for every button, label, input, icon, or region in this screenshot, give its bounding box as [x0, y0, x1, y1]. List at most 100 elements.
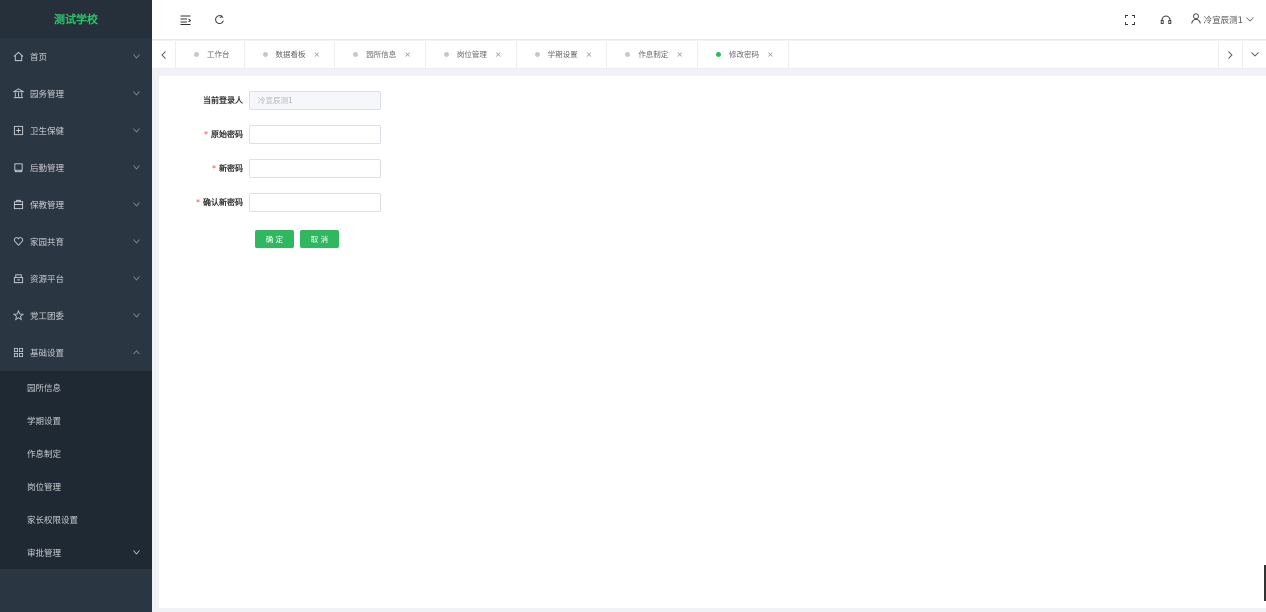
sidebar-item-label: 保教管理: [30, 200, 65, 211]
sidebar: 测试学校 首页 园务管理 卫生保健 后勤管理 保教管理 家园共育 资源平台 党工…: [0, 0, 152, 612]
sidebar-item-label: 首页: [30, 52, 48, 63]
submenu-item-label: 审批管理: [27, 548, 62, 559]
chevron-down-icon: [132, 312, 140, 320]
chevron-up-icon: [132, 349, 140, 357]
tab-positions[interactable]: 岗位管理 ×: [426, 41, 517, 68]
tab-label: 工作台: [207, 50, 230, 59]
old-password-label: * 原始密码: [159, 129, 249, 140]
tab-garden-info[interactable]: 园所信息 ×: [335, 41, 426, 68]
sidebar-item-resources[interactable]: 资源平台: [0, 260, 152, 297]
tabs-scroll-left-button[interactable]: [152, 41, 176, 68]
chevron-down-icon: [132, 201, 140, 209]
tab-change-password[interactable]: 修改密码 ×: [698, 41, 789, 68]
close-icon[interactable]: ×: [314, 50, 321, 59]
sidebar-item-education[interactable]: 保教管理: [0, 186, 152, 223]
bank-icon: [12, 88, 24, 100]
chevron-down-icon: [132, 90, 140, 98]
chevron-right-icon: [1228, 50, 1233, 59]
close-icon[interactable]: ×: [404, 50, 411, 59]
headset-icon[interactable]: [1155, 9, 1177, 31]
new-password-field[interactable]: [249, 159, 381, 178]
close-icon[interactable]: ×: [495, 50, 502, 59]
current-user-label: 当前登录人: [203, 96, 243, 105]
chevron-down-icon: [132, 275, 140, 283]
tab-dashboard[interactable]: 数据看板 ×: [245, 41, 336, 68]
cancel-button[interactable]: 取 消: [300, 230, 339, 248]
submenu-item-garden-info[interactable]: 园所信息: [0, 371, 152, 404]
tab-label: 园所信息: [366, 50, 397, 59]
chevron-left-icon: [161, 50, 166, 59]
submenu-item-label: 岗位管理: [27, 482, 62, 493]
sidebar-item-basic-settings[interactable]: 基础设置: [0, 334, 152, 371]
sidebar-item-label: 卫生保健: [30, 126, 65, 137]
sidebar-item-label: 基础设置: [30, 348, 65, 359]
old-password-field[interactable]: [249, 125, 381, 144]
chevron-down-icon: [132, 164, 140, 172]
close-icon[interactable]: ×: [586, 50, 593, 59]
chevron-down-icon: [132, 127, 140, 135]
submenu-item-parent-permissions[interactable]: 家长权限设置: [0, 503, 152, 536]
confirm-password-field[interactable]: [249, 193, 381, 212]
chevron-down-icon: [132, 238, 140, 246]
top-header: 冷宣辰测1: [152, 0, 1266, 40]
required-mark: *: [204, 130, 208, 139]
user-menu[interactable]: 冷宣辰测1: [1190, 12, 1254, 27]
confirm-button[interactable]: 确 定: [255, 230, 294, 248]
basic-settings-submenu: 园所信息 学期设置 作息制定 岗位管理 家长权限设置 审批管理: [0, 371, 152, 569]
current-user-field: [249, 91, 381, 110]
grid-icon: [12, 347, 24, 359]
chevron-down-icon: [1246, 15, 1254, 25]
sidebar-item-home[interactable]: 首页: [0, 38, 152, 75]
sidebar-item-party[interactable]: 党工团委: [0, 297, 152, 334]
form-actions: 确 定 取 消: [255, 230, 339, 248]
user-name: 冷宣辰测1: [1203, 15, 1243, 26]
tabs-scroll-right-button[interactable]: [1218, 41, 1242, 68]
fullscreen-icon[interactable]: [1119, 9, 1141, 31]
tabs-bar: 工作台 数据看板 × 园所信息 × 岗位管理 × 学期设置 × 作息制定 × 修…: [152, 41, 1266, 69]
sidebar-item-health[interactable]: 卫生保健: [0, 112, 152, 149]
tab-dot: [194, 52, 199, 57]
education-icon: [12, 199, 24, 211]
confirm-password-label: * 确认新密码: [159, 197, 249, 208]
tab-workbench[interactable]: 工作台: [176, 41, 245, 68]
tab-dot: [353, 52, 359, 57]
form-row-old-password: * 原始密码: [159, 125, 381, 144]
app-logo: 测试学校: [0, 0, 152, 38]
submenu-item-label: 园所信息: [27, 383, 62, 394]
close-icon[interactable]: ×: [767, 50, 774, 59]
submenu-item-label: 学期设置: [27, 416, 62, 427]
tab-label: 数据看板: [275, 50, 306, 59]
new-password-label: * 新密码: [159, 163, 249, 174]
sidebar-item-logistics[interactable]: 后勤管理: [0, 149, 152, 186]
form-row-confirm-password: * 确认新密码: [159, 193, 381, 212]
tab-label: 修改密码: [729, 50, 760, 59]
sidebar-item-garden-affairs[interactable]: 园务管理: [0, 75, 152, 112]
sidebar-item-label: 家园共育: [30, 237, 65, 248]
tab-schedule[interactable]: 作息制定 ×: [607, 41, 699, 68]
tab-dot: [534, 52, 540, 57]
user-icon: [1190, 12, 1201, 27]
submenu-item-schedule[interactable]: 作息制定: [0, 437, 152, 470]
sidebar-item-label: 资源平台: [30, 274, 65, 285]
close-icon[interactable]: ×: [676, 50, 683, 59]
sidebar-item-home-school[interactable]: 家园共育: [0, 223, 152, 260]
tab-dot: [716, 52, 722, 57]
tabs-list: 工作台 数据看板 × 园所信息 × 岗位管理 × 学期设置 × 作息制定 × 修…: [176, 41, 1218, 68]
tab-dot: [625, 52, 631, 57]
collapse-menu-icon[interactable]: [174, 9, 196, 31]
chevron-down-icon: [1250, 52, 1259, 57]
new-password-label-text: 新密码: [219, 164, 243, 173]
submenu-item-positions[interactable]: 岗位管理: [0, 470, 152, 503]
resource-icon: [12, 273, 24, 285]
refresh-icon[interactable]: [208, 9, 230, 31]
star-icon: [12, 310, 24, 322]
main-content: 当前登录人 *原始密码 *新密码 *确认新密码 确 定 取 消: [159, 76, 1266, 608]
tab-semester[interactable]: 学期设置 ×: [517, 41, 608, 68]
submenu-item-semester[interactable]: 学期设置: [0, 404, 152, 437]
form-row-current-user: 当前登录人: [159, 91, 381, 110]
required-mark: *: [196, 198, 200, 207]
tab-label: 作息制定: [638, 50, 669, 59]
tabs-menu-button[interactable]: [1242, 41, 1266, 68]
tab-label: 学期设置: [547, 50, 578, 59]
submenu-item-approval[interactable]: 审批管理: [0, 536, 152, 569]
